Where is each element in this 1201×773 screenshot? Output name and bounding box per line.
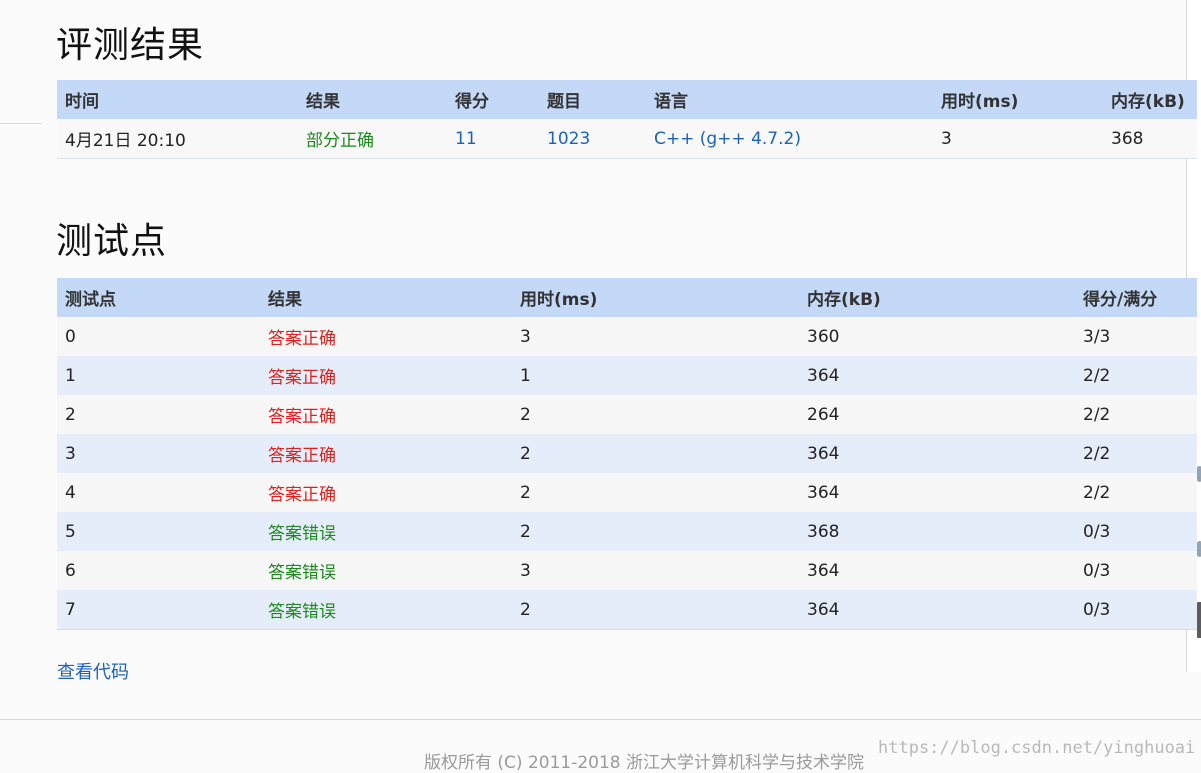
table-row: 4 答案正确 2 364 2/2 <box>57 473 1197 512</box>
case-score: 2/2 <box>1075 395 1197 434</box>
case-time: 2 <box>512 434 799 473</box>
case-result: 答案正确 <box>260 473 512 512</box>
table-row: 0 答案正确 3 360 3/3 <box>57 317 1197 356</box>
table-row: 7 答案错误 2 364 0/3 <box>57 590 1197 630</box>
table-row: 5 答案错误 2 368 0/3 <box>57 512 1197 551</box>
case-id: 0 <box>57 317 260 356</box>
case-time: 3 <box>512 551 799 590</box>
case-result: 答案错误 <box>260 551 512 590</box>
case-result: 答案正确 <box>260 434 512 473</box>
case-time: 2 <box>512 395 799 434</box>
case-memory: 264 <box>799 395 1075 434</box>
results-header-row: 时间 结果 得分 题目 语言 用时(ms) 内存(kB) <box>57 80 1197 119</box>
case-score: 0/3 <box>1075 590 1197 630</box>
case-id: 3 <box>57 434 260 473</box>
col-case: 测试点 <box>57 278 260 317</box>
table-row: 3 答案正确 2 364 2/2 <box>57 434 1197 473</box>
case-result: 答案错误 <box>260 590 512 630</box>
submit-time-used: 3 <box>933 119 1103 159</box>
case-score: 2/2 <box>1075 473 1197 512</box>
col-problem: 题目 <box>539 80 646 119</box>
case-memory: 368 <box>799 512 1075 551</box>
case-score: 3/3 <box>1075 317 1197 356</box>
problem-link[interactable]: 1023 <box>539 119 646 159</box>
case-id: 6 <box>57 551 260 590</box>
col-case-memory: 内存(kB) <box>799 278 1075 317</box>
case-id: 5 <box>57 512 260 551</box>
left-divider <box>0 123 42 124</box>
language-link[interactable]: C++ (g++ 4.7.2) <box>646 119 933 159</box>
test-cases-table: 测试点 结果 用时(ms) 内存(kB) 得分/满分 0 答案正确 3 360 … <box>57 278 1197 630</box>
submit-memory: 368 <box>1103 119 1197 159</box>
case-id: 2 <box>57 395 260 434</box>
case-memory: 364 <box>799 551 1075 590</box>
case-memory: 360 <box>799 317 1075 356</box>
col-case-result: 结果 <box>260 278 512 317</box>
case-time: 1 <box>512 356 799 395</box>
case-memory: 364 <box>799 590 1075 630</box>
submit-time: 4月21日 20:10 <box>57 119 298 159</box>
view-code-link[interactable]: 查看代码 <box>57 658 129 684</box>
col-time: 时间 <box>57 80 298 119</box>
case-score: 0/3 <box>1075 512 1197 551</box>
case-time: 3 <box>512 317 799 356</box>
tests-header-row: 测试点 结果 用时(ms) 内存(kB) 得分/满分 <box>57 278 1197 317</box>
scroll-marker <box>1197 541 1201 557</box>
results-row: 4月21日 20:10 部分正确 11 1023 C++ (g++ 4.7.2)… <box>57 119 1197 159</box>
case-memory: 364 <box>799 434 1075 473</box>
case-result: 答案正确 <box>260 317 512 356</box>
col-time-used: 用时(ms) <box>933 80 1103 119</box>
case-result: 答案正确 <box>260 356 512 395</box>
table-row: 1 答案正确 1 364 2/2 <box>57 356 1197 395</box>
results-title: 评测结果 <box>56 25 205 66</box>
footer-divider <box>0 719 1201 720</box>
case-time: 2 <box>512 512 799 551</box>
tests-title: 测试点 <box>56 221 168 262</box>
case-id: 7 <box>57 590 260 630</box>
submit-result: 部分正确 <box>298 119 447 159</box>
col-memory: 内存(kB) <box>1103 80 1197 119</box>
table-row: 6 答案错误 3 364 0/3 <box>57 551 1197 590</box>
scroll-thumb[interactable] <box>1197 602 1201 638</box>
case-id: 4 <box>57 473 260 512</box>
case-time: 2 <box>512 473 799 512</box>
submit-score-link[interactable]: 11 <box>447 119 539 159</box>
case-score: 2/2 <box>1075 434 1197 473</box>
case-time: 2 <box>512 590 799 630</box>
case-memory: 364 <box>799 356 1075 395</box>
results-table: 时间 结果 得分 题目 语言 用时(ms) 内存(kB) 4月21日 20:10… <box>57 80 1197 159</box>
case-memory: 364 <box>799 473 1075 512</box>
case-score: 0/3 <box>1075 551 1197 590</box>
case-result: 答案正确 <box>260 395 512 434</box>
case-result: 答案错误 <box>260 512 512 551</box>
footer-copyright: 版权所有 (C) 2011-2018 浙江大学计算机科学与技术学院 <box>424 753 865 773</box>
table-row: 2 答案正确 2 264 2/2 <box>57 395 1197 434</box>
watermark: https://blog.csdn.net/yinghuoai <box>878 738 1196 758</box>
scroll-marker <box>1197 466 1201 482</box>
col-case-time: 用时(ms) <box>512 278 799 317</box>
col-case-score: 得分/满分 <box>1075 278 1197 317</box>
case-id: 1 <box>57 356 260 395</box>
col-result: 结果 <box>298 80 447 119</box>
col-language: 语言 <box>646 80 933 119</box>
col-score: 得分 <box>447 80 539 119</box>
case-score: 2/2 <box>1075 356 1197 395</box>
